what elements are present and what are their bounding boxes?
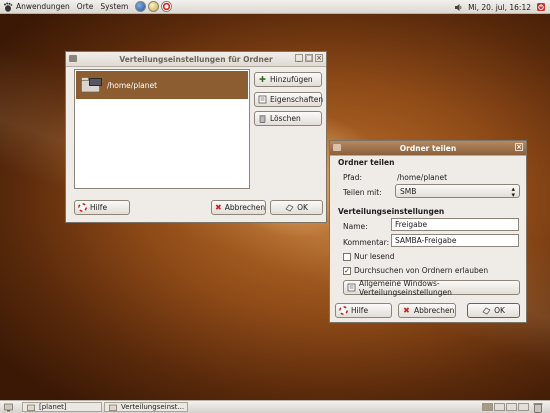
help-button[interactable]: Hilfe	[74, 200, 130, 215]
bottom-panel: [planet] Verteilungseinst...	[0, 400, 550, 413]
cancel-icon: ✖	[215, 203, 222, 212]
delete-button[interactable]: Löschen	[254, 111, 322, 126]
top-panel: Anwendungen Orte System Mi, 20. jul, 16:…	[0, 0, 550, 14]
ok-button[interactable]: OK	[467, 303, 520, 318]
dialog-title: Ordner teilen	[399, 143, 457, 153]
sharing-settings-window: Verteilungseinstellungen für Ordner _ □ …	[65, 51, 327, 223]
task-label: [planet]	[39, 403, 67, 411]
comment-field-value: SAMBA-Freigabe	[395, 236, 457, 245]
add-icon: ✚	[259, 75, 266, 84]
task-planet[interactable]: [planet]	[22, 402, 102, 412]
shared-folders-list[interactable]: /home/planet	[74, 69, 250, 189]
window-title: Verteilungseinstellungen für Ordner	[119, 54, 273, 64]
power-icon[interactable]	[536, 2, 546, 12]
menu-places[interactable]: Orte	[77, 2, 94, 11]
workspace-1[interactable]	[482, 403, 493, 411]
browse-label: Durchsuchen von Ordnern erlauben	[354, 266, 489, 275]
share-with-label: Teilen mit:	[343, 188, 382, 197]
settings-icon	[347, 283, 356, 292]
share-folder-dialog: Ordner teilen × Ordner teilen Pfad: /hom…	[329, 140, 527, 323]
help-button[interactable]: Hilfe	[335, 303, 392, 318]
menu-system[interactable]: System	[100, 2, 128, 11]
email-client-icon[interactable]	[148, 1, 160, 12]
path-label: Pfad:	[343, 173, 363, 182]
add-button[interactable]: ✚ Hinzufügen	[254, 72, 322, 87]
section-sharing-settings: Verteilungseinstellungen	[338, 207, 445, 216]
cancel-button[interactable]: ✖ Abbrechen	[211, 200, 266, 215]
path-value: /home/planet	[397, 173, 448, 182]
help-lifebuoy-icon	[78, 203, 87, 212]
folder-share-icon	[109, 404, 117, 411]
share-with-select[interactable]: SMB ▴ ▾	[395, 184, 520, 199]
ok-hand-icon	[482, 306, 491, 315]
minimize-button[interactable]: _	[295, 54, 303, 62]
clock[interactable]: Mi, 20. jul, 16:12	[468, 3, 531, 12]
window-menu-icon[interactable]	[333, 144, 341, 151]
readonly-checkbox-box[interactable]	[343, 252, 351, 261]
share-folder-titlebar[interactable]: Ordner teilen ×	[330, 141, 526, 156]
workspace-2[interactable]	[494, 403, 505, 411]
gnome-foot-icon[interactable]	[3, 2, 13, 12]
sharing-settings-titlebar[interactable]: Verteilungseinstellungen für Ordner _ □ …	[66, 52, 326, 67]
readonly-label: Nur lesend	[354, 252, 395, 261]
ok-button[interactable]: OK	[270, 200, 323, 215]
folder-icon	[27, 404, 35, 411]
menu-applications[interactable]: Anwendungen	[16, 2, 70, 11]
comment-field[interactable]: SAMBA-Freigabe	[391, 234, 519, 247]
task-sharing-settings[interactable]: Verteilungseinst...	[104, 402, 188, 412]
select-arrows-icon: ▴ ▾	[511, 185, 515, 199]
help-lifebuoy-icon	[339, 306, 348, 315]
trash-icon[interactable]	[532, 402, 544, 413]
task-label: Verteilungseinst...	[121, 403, 185, 411]
web-browser-icon[interactable]	[135, 1, 147, 12]
windows-sharing-settings-button[interactable]: Allgemeine Windows-Verteilungseinstellun…	[343, 279, 520, 297]
properties-icon	[258, 95, 267, 104]
close-button[interactable]: ×	[315, 54, 323, 62]
help-lifebuoy-icon[interactable]	[161, 1, 173, 12]
show-desktop-icon[interactable]	[4, 403, 13, 412]
browse-checkbox-box[interactable]: ✓	[343, 266, 351, 275]
name-field[interactable]: Freigabe	[391, 218, 519, 231]
list-item[interactable]: /home/planet	[76, 71, 248, 99]
folder-share-icon	[81, 77, 102, 93]
cancel-icon: ✖	[403, 306, 410, 315]
list-item-path: /home/planet	[107, 80, 158, 90]
cancel-button[interactable]: ✖ Abbrechen	[398, 303, 456, 318]
close-button[interactable]: ×	[515, 143, 523, 151]
ok-hand-icon	[285, 203, 294, 212]
name-label: Name:	[343, 222, 368, 231]
trash-icon	[258, 114, 267, 123]
properties-button[interactable]: Eigenschaften	[254, 92, 323, 107]
window-menu-icon[interactable]	[69, 55, 77, 62]
maximize-button[interactable]: □	[305, 54, 313, 62]
name-field-value: Freigabe	[395, 220, 428, 229]
browse-checkbox[interactable]: ✓ Durchsuchen von Ordnern erlauben	[343, 266, 488, 275]
comment-label: Kommentar:	[343, 238, 390, 247]
share-with-value: SMB	[400, 186, 417, 196]
section-share-folder: Ordner teilen	[338, 158, 395, 167]
volume-icon[interactable]	[454, 3, 463, 12]
workspace-4[interactable]	[518, 403, 529, 411]
workspace-3[interactable]	[506, 403, 517, 411]
readonly-checkbox[interactable]: Nur lesend	[343, 252, 395, 261]
